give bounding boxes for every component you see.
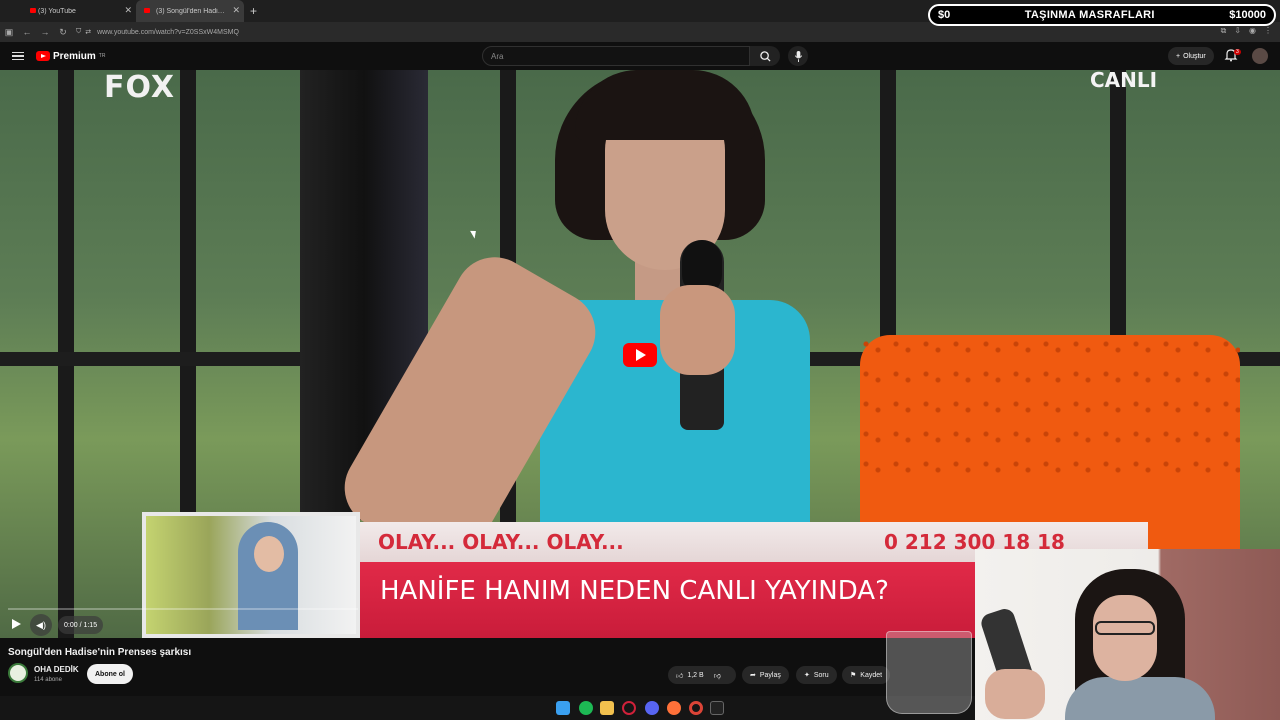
channel-name[interactable]: OHA DEDİK [34,665,79,674]
big-play-button[interactable] [623,343,657,367]
menu-icon[interactable]: ⋮ [1264,26,1272,36]
lower-third-tagline: OLAY... OLAY... OLAY... [378,530,624,554]
opera-icon[interactable] [622,701,636,715]
chrome-icon[interactable] [689,701,703,715]
glass-object [886,631,972,714]
windows-start-icon[interactable] [556,701,570,715]
play-icon[interactable] [10,618,22,630]
account-avatar[interactable] [1252,48,1268,64]
video-title: Songül'den Hadise'nin Prenses şarkısı [8,647,192,658]
bookmark-icon: ⚑ [850,672,857,679]
live-logo: CANLI [1090,70,1158,92]
search-input[interactable]: Ara [482,46,750,66]
save-label: Kaydet [860,671,883,679]
search-button[interactable] [750,46,780,66]
youtube-logo[interactable]: Premium TR [36,51,105,62]
share-button[interactable]: ➦ Paylaş [742,666,789,684]
voice-search-button[interactable] [788,46,808,66]
moving-costs-overlay: $0 TAŞINMA MASRAFLARI $10000 [928,4,1276,26]
youtube-masthead: Premium TR Ara + Oluştur [0,42,1280,70]
shield-icon[interactable]: ⛉ [76,28,81,36]
file-explorer-icon[interactable] [600,701,614,715]
thumbs-up-icon: 👍︎ [676,672,684,680]
youtube-favicon-icon [30,8,36,13]
spotify-icon[interactable] [579,701,593,715]
ask-button[interactable]: ✦ Soru [796,666,837,684]
lower-third-main: HANİFE HANIM NEDEN CANLI YAYINDA? [360,562,980,638]
tab-video[interactable]: (3) Songül'den Hadise'nin Prens ✕ [136,0,244,22]
share-icon: ➦ [750,672,756,679]
notification-count-badge: 3 [1234,49,1241,55]
overlay-left-value: $0 [938,9,951,21]
overlay-right-value: $10000 [1229,9,1266,21]
subscriber-count: 114 abone [34,677,62,683]
save-button[interactable]: ⚑ Kaydet [842,666,891,684]
lower-third-headline: HANİFE HANIM NEDEN CANLI YAYINDA? [380,576,889,606]
overlay-title: TAŞINMA MASRAFLARI [1024,9,1155,21]
sidebar-toggle-icon[interactable]: ▣ [0,27,18,38]
forward-icon[interactable]: → [36,27,54,37]
url-field[interactable]: www.youtube.com/watch?v=Z0SSxW4MSMQ [97,29,239,36]
logo-text: Premium [53,50,96,62]
glasses [1095,621,1155,635]
thumbs-down-icon[interactable]: 👎︎ [714,671,721,680]
discord-icon[interactable] [645,701,659,715]
tab-label: (3) YouTube [38,7,76,15]
plus-icon: + [1176,52,1181,60]
os-taskbar [0,696,975,720]
search-icon [759,50,771,62]
channel-avatar[interactable] [8,663,28,683]
site-settings-icon[interactable]: ⇄ [85,28,91,36]
new-tab-icon[interactable]: + [250,4,257,18]
volume-icon[interactable]: ◀) [30,614,52,636]
channel-logo-fox: FOX [104,70,176,105]
hamburger-menu-icon[interactable] [12,50,24,63]
tab-youtube[interactable]: (3) YouTube ✕ [0,0,136,22]
like-count: 1,2 B [687,671,704,679]
time-display: 0:00 / 1:15 [58,616,104,634]
inset-frame [142,512,360,638]
youtube-play-logo-icon [36,51,50,61]
microphone-icon [794,50,802,62]
webcam-overlay [975,549,1280,720]
close-tab-icon[interactable]: ✕ [232,5,240,16]
download-icon[interactable]: ⇩ [1234,26,1241,36]
close-tab-icon[interactable]: ✕ [124,5,132,16]
terminal-icon[interactable] [710,701,724,715]
tab-label: (3) Songül'den Hadise'nin Prens [156,7,228,15]
ask-label: Soru [813,671,829,679]
progress-bar[interactable] [8,608,358,610]
extensions-icon[interactable]: ⧉ [1221,26,1227,36]
create-button[interactable]: + Oluştur [1168,47,1214,65]
create-label: Oluştur [1183,52,1206,60]
back-icon[interactable]: ← [18,27,36,37]
sparkle-icon: ✦ [804,672,810,679]
youtube-favicon-icon [144,8,150,13]
like-button[interactable]: 👍︎ 1,2 B 👎︎ [668,666,736,684]
firefox-icon[interactable] [667,701,681,715]
logo-country: TR [98,53,106,59]
reload-icon[interactable]: ↻ [54,27,72,38]
profile-icon[interactable]: ◉ [1249,26,1256,36]
subscribe-button[interactable]: Abone ol [87,664,133,684]
share-label: Paylaş [759,671,781,679]
hand [660,285,735,375]
